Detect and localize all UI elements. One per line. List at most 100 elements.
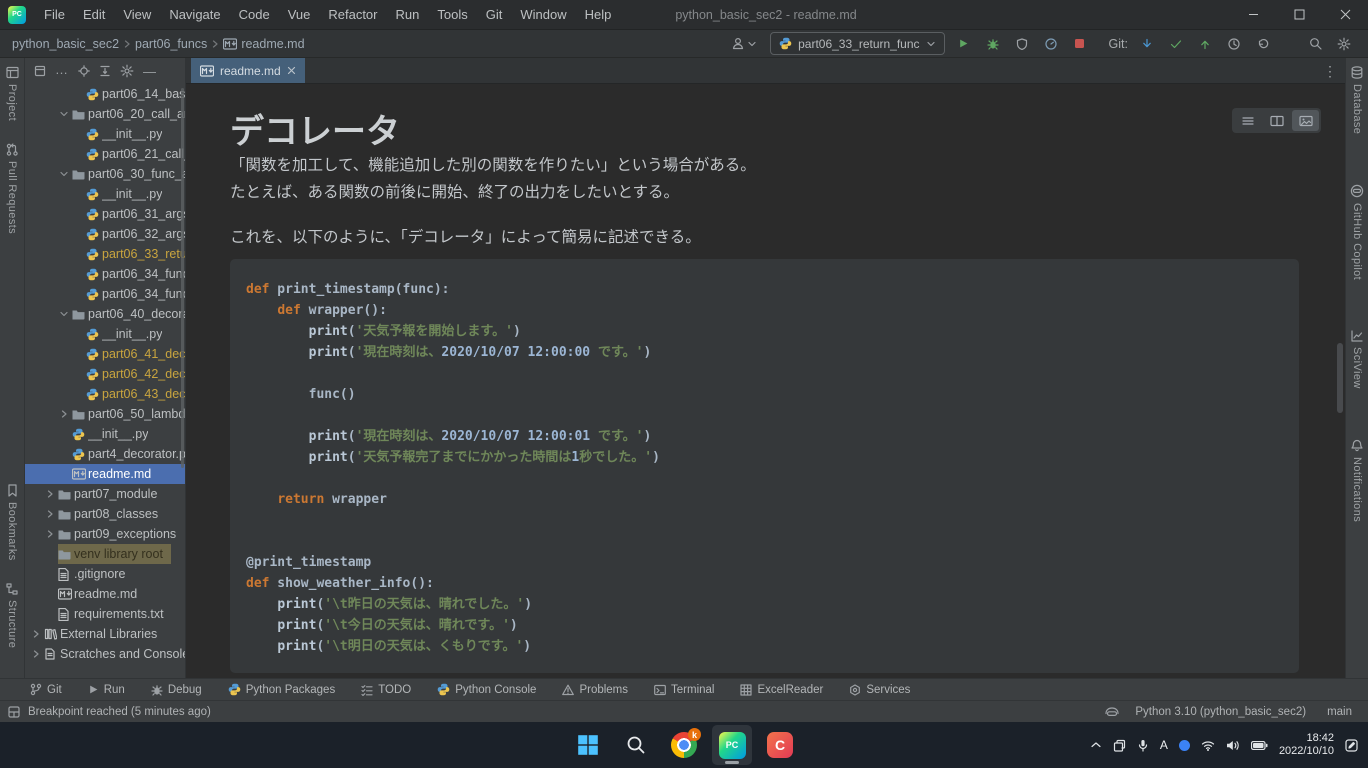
menu-navigate[interactable]: Navigate [161,4,228,25]
tree-item-venv-library-root[interactable]: venv library root [25,544,185,564]
tool-stripe-github-copilot[interactable]: GitHub Copilot [1350,184,1364,280]
tool-stripe-notifications[interactable]: Notifications [1351,439,1363,522]
tree-item-part06-33-return-fu[interactable]: part06_33_return_fu [25,244,185,264]
tree-item-readme-md[interactable]: readme.md [25,584,185,604]
chevron-down-icon[interactable] [59,169,72,179]
tree-item-part06-31-args-are-f[interactable]: part06_31_args_are_f [25,204,185,224]
menu-code[interactable]: Code [231,4,278,25]
tree-item-scratches-and-consoles[interactable]: Scratches and Consoles [25,644,185,664]
project-scrollbar[interactable] [181,88,184,468]
tree-item-part06-34-funcs-in[interactable]: part06_34_funcs_in_ [25,284,185,304]
tool-stripe-project[interactable]: Project [6,66,19,121]
toolwindow-git[interactable]: Git [30,683,62,696]
toolwindow-terminal[interactable]: Terminal [654,684,714,696]
breadcrumb-item-readme-md[interactable]: readme.md [223,37,304,51]
taskbar-start[interactable] [568,725,608,765]
ime-mode-indicator[interactable]: A [1160,738,1168,752]
layers-icon[interactable] [1113,739,1126,752]
close-button[interactable] [1322,0,1368,29]
blue-dot-icon[interactable] [1179,740,1190,751]
maximize-button[interactable] [1276,0,1322,29]
taskbar-search[interactable] [616,725,656,765]
chevron-right-icon[interactable] [45,509,58,519]
tree-item-part06-50-lambda[interactable]: part06_50_lambda [25,404,185,424]
rollback-button[interactable] [1253,33,1273,55]
chevron-up-icon[interactable] [1090,741,1102,749]
toolwindow-python-console[interactable]: Python Console [437,683,536,696]
taskbar-clipchamp[interactable]: C [760,725,800,765]
tool-stripe-sciview[interactable]: SciView [1351,330,1363,389]
tree-item-part06-30-func-args-an[interactable]: part06_30_func_args_an [25,164,185,184]
tree-item-readme-md[interactable]: readme.md [25,464,185,484]
chevron-right-icon[interactable] [31,649,44,659]
menu-tools[interactable]: Tools [429,4,475,25]
tree-item-part06-41-deco-den[interactable]: part06_41_deco_den [25,344,185,364]
tool-stripe-pull-requests[interactable]: Pull Requests [6,143,18,234]
editor-scrollbar[interactable] [1337,343,1343,413]
update-project-button[interactable] [1137,33,1157,55]
menu-window[interactable]: Window [512,4,574,25]
panel-view-icon[interactable] [34,65,46,77]
toolwindow-services[interactable]: Services [849,684,910,696]
history-button[interactable] [1224,33,1244,55]
show-editor-and-preview-button[interactable] [1263,110,1290,131]
close-tab-icon[interactable] [287,66,296,75]
debug-button[interactable] [983,33,1003,55]
locate-file-icon[interactable] [78,65,90,77]
chevron-right-icon[interactable] [59,409,72,419]
tree-item-init-py[interactable]: __init__.py [25,424,185,444]
python-interpreter-widget[interactable]: Python 3.10 (python_basic_sec2) [1135,706,1306,718]
tree-item-part06-14-basic-py[interactable]: part06_14_basic.py [25,84,185,104]
menu-vue[interactable]: Vue [280,4,319,25]
volume-icon[interactable] [1226,740,1240,751]
chevron-down-icon[interactable] [59,109,72,119]
show-editor-only-button[interactable] [1234,110,1261,131]
wifi-icon[interactable] [1201,740,1215,751]
toolwindow-python-packages[interactable]: Python Packages [228,683,336,696]
tree-item-part08-classes[interactable]: part08_classes [25,504,185,524]
tree-item-part07-module[interactable]: part07_module [25,484,185,504]
menu-refactor[interactable]: Refactor [320,4,385,25]
tree-item-part06-21-call-args[interactable]: part06_21_call_args_ [25,144,185,164]
run-button[interactable] [954,33,974,55]
breadcrumb-item-python-basic-sec2[interactable]: python_basic_sec2 [12,37,119,51]
push-button[interactable] [1195,33,1215,55]
tree-item-part06-32-args-are-f[interactable]: part06_32_args_are_f [25,224,185,244]
tool-window-switcher-icon[interactable] [8,706,20,718]
chevron-right-icon[interactable] [45,529,58,539]
toolwindow-run[interactable]: Run [88,684,125,696]
chevron-down-icon[interactable] [59,309,72,319]
tree-item-part06-40-decorator[interactable]: part06_40_decorator [25,304,185,324]
minimize-button[interactable] [1230,0,1276,29]
show-preview-only-button[interactable] [1292,110,1319,131]
menu-run[interactable]: Run [388,4,428,25]
tree-item-part06-20-call-args-kwa[interactable]: part06_20_call_args_kwa [25,104,185,124]
chevron-right-icon[interactable] [31,629,44,639]
tree-item-part4-decorator-py[interactable]: part4_decorator.py [25,444,185,464]
tree-item-init-py[interactable]: __init__.py [25,324,185,344]
taskbar-clock[interactable]: 18:42 2022/10/10 [1279,732,1334,758]
pen-icon[interactable] [1345,739,1358,752]
tree-item-external-libraries[interactable]: External Libraries [25,624,185,644]
mic-icon[interactable] [1137,739,1149,752]
pycharm-logo-icon[interactable]: PC [8,6,26,24]
git-branch-widget[interactable]: main [1322,706,1352,718]
tree-item-part06-34-funcs-in[interactable]: part06_34_funcs_in_ [25,264,185,284]
hide-panel-icon[interactable]: — [143,64,156,79]
panel-settings-gear-icon[interactable] [120,64,134,78]
toolwindow-debug[interactable]: Debug [151,684,202,696]
coverage-button[interactable] [1012,33,1032,55]
tree-item-requirements-txt[interactable]: requirements.txt [25,604,185,624]
taskbar-chrome[interactable]: k [664,725,704,765]
toolwindow-todo[interactable]: TODO [361,684,411,696]
tool-stripe-database[interactable]: Database [1351,66,1363,134]
toolwindow-problems[interactable]: Problems [562,684,628,696]
tool-stripe-bookmarks[interactable]: Bookmarks [6,484,18,561]
tree-item-init-py[interactable]: __init__.py [25,124,185,144]
battery-icon[interactable] [1251,741,1268,750]
user-account-button[interactable] [732,37,757,50]
run-configuration-select[interactable]: part06_33_return_func [770,32,944,55]
tree-item-part09-exceptions[interactable]: part09_exceptions [25,524,185,544]
menu-file[interactable]: File [36,4,73,25]
search-everywhere-button[interactable] [1305,33,1325,55]
